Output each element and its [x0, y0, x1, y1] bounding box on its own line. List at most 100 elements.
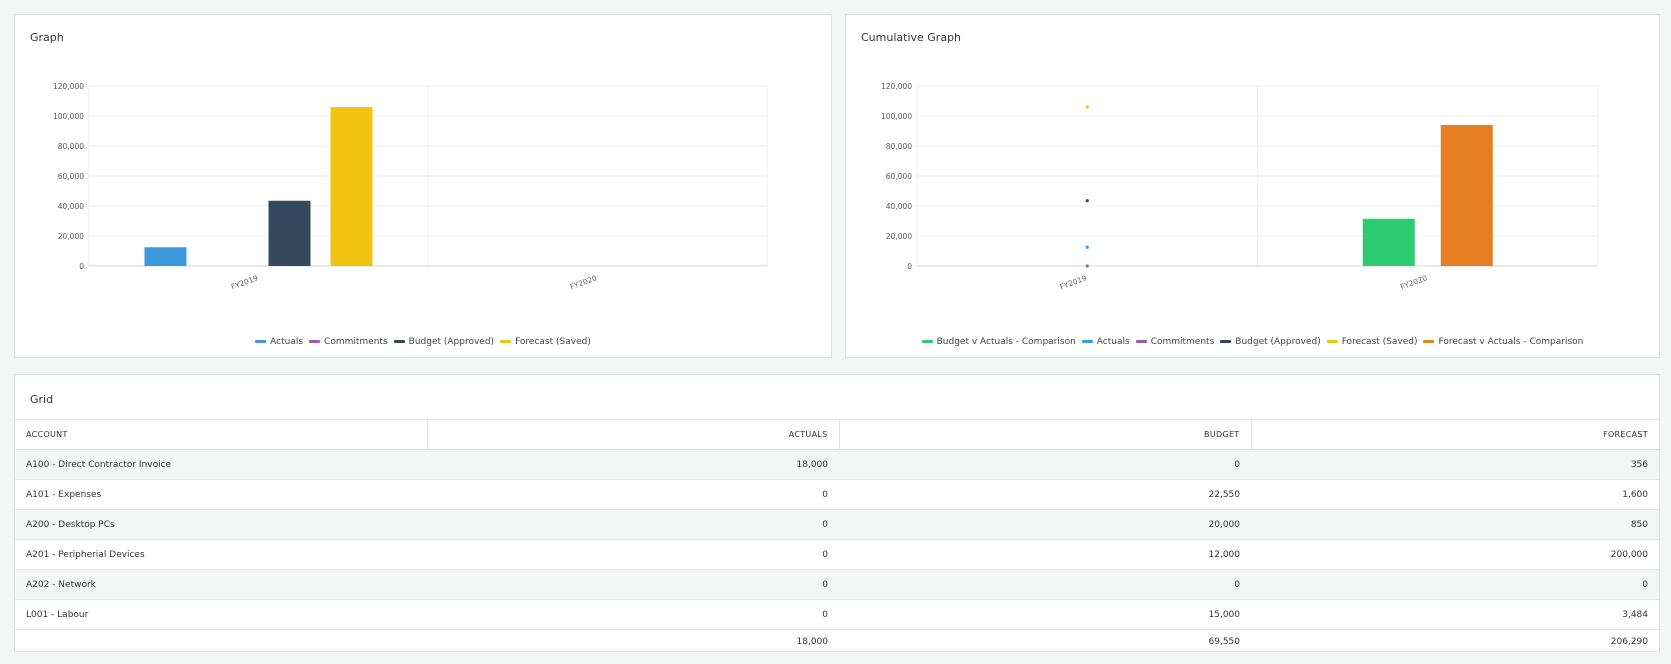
y-tick-label: 40,000 — [58, 202, 84, 211]
totals-row: 18,000 69,550 206,290 — [15, 630, 1659, 654]
point-budget-approved- — [1085, 199, 1089, 203]
total-budget: 69,550 — [1208, 636, 1241, 647]
y-tick-label: 0 — [907, 262, 912, 271]
bar-budget-approved- — [268, 200, 311, 266]
legend-item-actuals[interactable]: Actuals — [255, 337, 303, 347]
cell-actuals: 0 — [427, 509, 839, 540]
cell-account: A202 - Network — [15, 569, 427, 600]
x-tick-label: FY2019 — [230, 273, 260, 291]
cell-budget: 0 — [839, 569, 1251, 600]
cell-account: A101 - Expenses — [15, 479, 427, 510]
legend-item-forecast-saved-[interactable]: Forecast (Saved) — [500, 337, 591, 347]
legend-swatch — [309, 340, 321, 343]
y-tick-label: 40,000 — [886, 202, 912, 211]
legend-label: Actuals — [270, 337, 304, 347]
x-tick-label: FY2020 — [1399, 273, 1429, 291]
legend-item-budget-approved-[interactable]: Budget (Approved) — [1220, 337, 1321, 347]
legend-item-budget-approved-[interactable]: Budget (Approved) — [393, 337, 495, 347]
point-forecast-saved- — [1085, 105, 1089, 109]
table-row[interactable]: A101 - Expenses 0 22,550 1,600 — [15, 479, 1659, 510]
legend-item-commitments[interactable]: Commitments — [1135, 337, 1215, 347]
legend-swatch — [255, 340, 267, 343]
legend-item-forecast-v-actuals-comparison[interactable]: Forecast v Actuals - Comparison — [1423, 337, 1583, 347]
total-actuals: 18,000 — [796, 636, 829, 647]
cumulative-graph-legend: Budget v Actuals - Comparison Actuals Comm… — [846, 337, 1659, 347]
cell-forecast: 850 — [1251, 509, 1659, 540]
graph-panel: Graph 0 20,000 40,000 60,000 80,000 100,000 12… — [14, 14, 832, 358]
cell-budget: 20,000 — [839, 509, 1251, 540]
legend-label: Actuals — [1096, 337, 1130, 347]
y-tick-label: 20,000 — [886, 232, 912, 241]
legend-swatch — [1081, 340, 1093, 343]
table-row[interactable]: L001 - Labour 0 15,000 3,484 — [15, 599, 1659, 630]
legend-label: Budget (Approved) — [1235, 337, 1321, 347]
bar-forecast-saved- — [330, 107, 373, 266]
table-row[interactable]: A100 - Direct Contractor Invoice 18,000 0 3… — [15, 449, 1659, 480]
column-header-actuals[interactable]: ACTUALS — [426, 419, 839, 450]
cell-account: A100 - Direct Contractor Invoice — [15, 449, 427, 480]
legend-swatch — [1220, 340, 1232, 343]
total-forecast: 206,290 — [1610, 636, 1648, 647]
legend-label: Forecast v Actuals - Comparison — [1438, 337, 1584, 347]
legend-item-commitments[interactable]: Commitments — [309, 337, 388, 347]
x-tick-label: FY2020 — [569, 273, 599, 291]
graph-legend: Actuals Commitments Budget (Approved) Forec… — [15, 337, 831, 347]
cell-forecast: 1,600 — [1251, 479, 1659, 510]
legend-swatch — [1423, 340, 1435, 343]
bar-actuals — [144, 247, 187, 266]
cumulative-graph-panel: Cumulative Graph 0 20,000 40,000 60,000 80,0… — [845, 14, 1660, 358]
cell-forecast: 0 — [1251, 569, 1659, 600]
column-header-forecast[interactable]: FORECAST — [1250, 419, 1659, 450]
table-row[interactable]: A201 - Peripherial Devices 0 12,000 200,000 — [15, 539, 1659, 570]
legend-swatch — [500, 340, 512, 343]
cell-actuals: 0 — [427, 599, 839, 630]
cell-actuals: 0 — [427, 539, 839, 570]
legend-swatch — [393, 340, 405, 343]
y-tick-label: 60,000 — [58, 172, 84, 181]
x-tick-label: FY2019 — [1059, 273, 1089, 291]
graph-chart: 0 20,000 40,000 60,000 80,000 100,000 120,000 F… — [53, 82, 768, 291]
table-row[interactable]: A200 - Desktop PCs 0 20,000 850 — [15, 509, 1659, 540]
legend-item-budget-v-actuals-comparison[interactable]: Budget v Actuals - Comparison — [921, 337, 1076, 347]
cell-actuals: 18,000 — [427, 449, 839, 480]
y-tick-label: 120,000 — [53, 82, 84, 91]
legend-swatch — [921, 340, 933, 343]
cell-budget: 12,000 — [839, 539, 1251, 570]
cell-account: L001 - Labour — [15, 599, 427, 630]
cell-actuals: 0 — [427, 569, 839, 600]
legend-label: Commitments — [324, 337, 388, 347]
cell-budget: 15,000 — [839, 599, 1251, 630]
bar-forecast-v-actuals-comparison — [1440, 125, 1493, 266]
cell-forecast: 356 — [1251, 449, 1659, 480]
legend-label: Commitments — [1150, 337, 1215, 347]
y-tick-label: 20,000 — [58, 232, 84, 241]
grid-table: ACCOUNT ACTUALS BUDGET FORECAST A100 - D… — [15, 419, 1659, 654]
y-tick-label: 80,000 — [886, 142, 912, 151]
cell-actuals: 0 — [427, 479, 839, 510]
y-tick-label: 80,000 — [58, 142, 84, 151]
table-row[interactable]: A202 - Network 0 0 0 — [15, 569, 1659, 600]
point-commitments — [1085, 264, 1089, 268]
cell-budget: 0 — [839, 449, 1251, 480]
column-header-budget[interactable]: BUDGET — [838, 419, 1251, 450]
legend-item-forecast-saved-[interactable]: Forecast (Saved) — [1326, 337, 1418, 347]
column-header-account[interactable]: ACCOUNT — [15, 419, 427, 450]
cell-budget: 22,550 — [839, 479, 1251, 510]
cell-account: A200 - Desktop PCs — [15, 509, 427, 540]
grid-header-row: ACCOUNT ACTUALS BUDGET FORECAST — [15, 419, 1659, 450]
legend-label: Forecast (Saved) — [1341, 337, 1418, 347]
cell-forecast: 3,484 — [1251, 599, 1659, 630]
legend-label: Budget (Approved) — [408, 337, 495, 347]
legend-label: Forecast (Saved) — [515, 337, 591, 347]
total-account — [15, 630, 427, 654]
point-actuals — [1085, 245, 1089, 249]
y-tick-label: 100,000 — [53, 112, 84, 121]
cell-forecast: 200,000 — [1251, 539, 1659, 570]
legend-item-actuals[interactable]: Actuals — [1081, 337, 1130, 347]
grid-title: Grid — [30, 393, 54, 406]
y-tick-label: 100,000 — [881, 112, 912, 121]
y-tick-label: 120,000 — [881, 82, 912, 91]
cumulative-graph-chart: 0 20,000 40,000 60,000 80,000 100,000 120,000 F… — [881, 82, 1599, 291]
legend-swatch — [1135, 340, 1147, 343]
grid-panel: Grid ACCOUNT ACTUALS BUDGET FORECAST A10… — [14, 374, 1660, 652]
